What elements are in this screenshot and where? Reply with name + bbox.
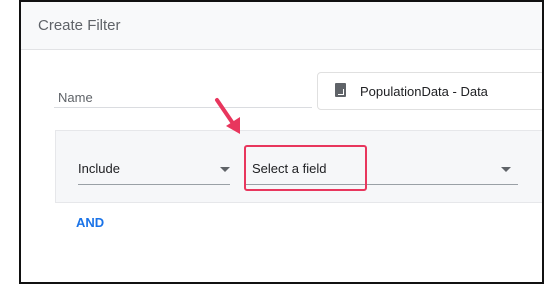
annotation-arrow-icon [215, 98, 240, 134]
screenshot-frame: Create Filter Name PopulationData - Data… [19, 0, 544, 284]
